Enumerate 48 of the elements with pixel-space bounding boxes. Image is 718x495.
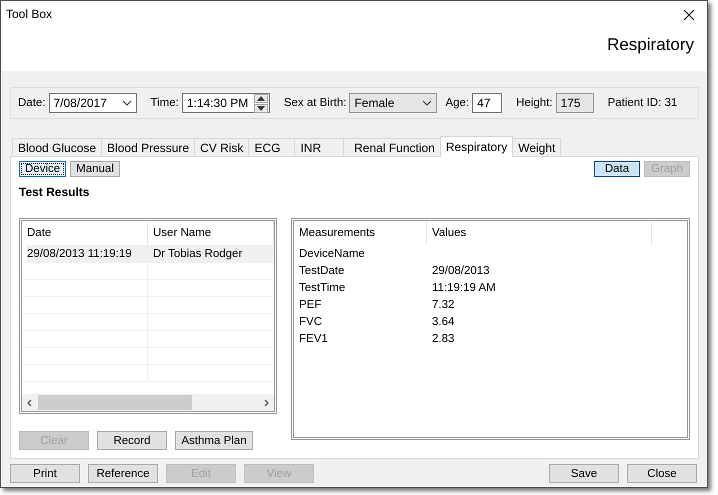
table-row[interactable]: 29/08/2013 11:19:19 Dr Tobias Rodger [27, 245, 274, 263]
footer-button[interactable]: Print [10, 464, 80, 483]
table-cell-text: TestTime [298, 282, 346, 294]
action-button[interactable]: Asthma Plan [175, 431, 253, 450]
table-cell-text: FEV1 [298, 332, 329, 344]
spin-down-icon[interactable] [254, 104, 268, 112]
footer-button[interactable]: Reference [88, 464, 158, 483]
table-cell-text: 29/08/2013 [431, 264, 491, 276]
spin-up-icon[interactable] [254, 94, 268, 102]
patient-id: Patient ID: 31 [608, 97, 678, 109]
footer-button[interactable]: Close [627, 464, 697, 483]
field-label: Time: [150, 97, 179, 109]
scroll-right-icon[interactable] [262, 398, 270, 406]
field-label: Age: [445, 97, 470, 109]
tab[interactable]: Weight [512, 138, 562, 156]
window-title: Tool Box [6, 7, 52, 21]
column-header[interactable]: Values [427, 221, 652, 245]
mode-button[interactable]: Manual [70, 161, 120, 177]
field-label: Sex at Birth: [284, 97, 346, 109]
table-cell-text: FVC [298, 316, 323, 328]
column-header[interactable]: Measurements [294, 221, 427, 245]
table-cell-text: PEF [298, 298, 322, 310]
field-label: Date: [18, 97, 46, 109]
time-field[interactable]: 1:14:30 PM [182, 93, 270, 113]
table-cell-text: TestDate [298, 264, 346, 276]
close-icon[interactable] [683, 9, 695, 21]
table-cell: Dr Tobias Rodger [148, 245, 274, 262]
horizontal-scrollbar[interactable] [22, 394, 274, 411]
table-cell-text: 7.32 [431, 298, 456, 310]
field-label: Height: [516, 97, 553, 109]
sex-dropdown[interactable]: Female [349, 93, 438, 113]
page-heading: Respiratory [607, 35, 694, 55]
mode-button[interactable]: Device [19, 161, 66, 177]
table-cell-text: 11:19:19 AM [431, 282, 497, 294]
table-cell: 29/08/2013 11:19:19 [27, 245, 148, 262]
action-button[interactable]: Record [97, 431, 167, 450]
date-picker[interactable]: 7/08/2017 [48, 93, 136, 113]
table-cell-text: 2.83 [431, 332, 456, 344]
table-cell-text: 3.64 [431, 316, 456, 328]
age-field[interactable]: 47 [472, 93, 502, 113]
table-cell-text: DeviceName [298, 248, 366, 260]
display-mode-button[interactable]: Data [594, 161, 640, 177]
section-title: Test Results [19, 185, 90, 199]
tab[interactable]: Respiratory [440, 136, 514, 157]
height-field[interactable]: 175 [556, 93, 594, 113]
footer-button[interactable]: Save [549, 464, 619, 483]
scroll-left-icon[interactable] [26, 398, 34, 406]
tab[interactable]: Blood Glucose [12, 138, 102, 156]
